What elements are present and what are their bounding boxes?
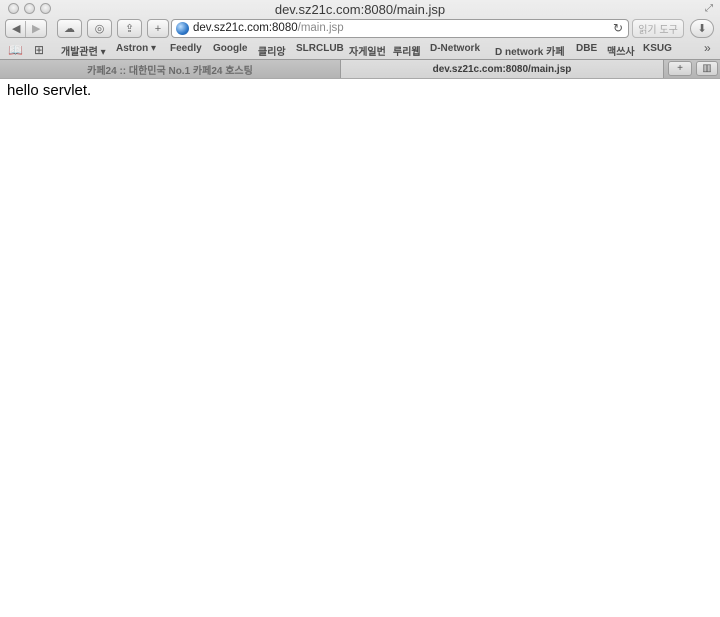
icloud-tabs-button[interactable]: ☁	[57, 19, 82, 38]
show-all-tabs-button[interactable]: ▥	[696, 61, 718, 76]
bookmark-item[interactable]: DBE	[576, 43, 597, 54]
reader-button[interactable]: 읽기 도구	[632, 19, 684, 38]
tab-bar: 카페24 :: 대한민국 No.1 카페24 호스팅 dev.sz21c.com…	[0, 59, 720, 78]
plus-icon: +	[154, 22, 162, 35]
bookmark-item[interactable]: D-Network	[430, 43, 480, 54]
fullscreen-icon[interactable]: ⤢	[705, 3, 716, 14]
bookmarks-bar: 📖 ⊞ 개발관련 ▾ Astron ▾ Feedly Google 클리앙 SL…	[0, 41, 720, 58]
window-title: dev.sz21c.com:8080/main.jsp	[274, 2, 446, 17]
download-icon: ⬇	[697, 23, 707, 35]
page-body-text: hello servlet.	[7, 82, 92, 99]
bookmark-item[interactable]: D network 카페	[495, 43, 565, 58]
plus-icon: +	[677, 63, 683, 74]
reload-icon[interactable]: ↻	[613, 21, 623, 35]
title-bar: dev.sz21c.com:8080/main.jsp ⤢	[0, 0, 720, 18]
url-host: dev.sz21c.com:8080	[193, 22, 298, 34]
url-path: /main.jsp	[297, 22, 344, 34]
icloud-icon: ☁	[64, 23, 75, 35]
bookmark-item[interactable]: Astron ▾	[116, 43, 156, 54]
globe-icon	[176, 22, 189, 35]
bookmark-item[interactable]: KSUG	[643, 43, 672, 54]
forward-button[interactable]: ▶	[32, 22, 40, 35]
new-tab-button[interactable]: +	[668, 61, 692, 76]
top-sites-grid-icon[interactable]: ⊞	[34, 43, 44, 57]
bookmark-item[interactable]: 클리앙	[258, 43, 286, 58]
more-bookmarks-icon[interactable]: »	[704, 41, 711, 55]
downloads-button[interactable]: ⬇	[690, 19, 714, 38]
bookmark-item[interactable]: 루리웹	[393, 43, 421, 58]
reading-list-icon[interactable]: 📖	[8, 43, 23, 57]
back-forward-control: ◀ ▶	[5, 19, 47, 38]
address-bar[interactable]: dev.sz21c.com:8080/main.jsp ↻	[171, 19, 629, 38]
history-icon: ◎	[94, 23, 105, 35]
share-icon: ⇪	[124, 23, 135, 35]
bookmark-item[interactable]: Google	[213, 43, 247, 54]
add-bookmark-button[interactable]: +	[147, 19, 169, 38]
top-sites-button[interactable]: ◎	[87, 19, 112, 38]
page-content: hello servlet.	[0, 79, 720, 617]
tab-main-jsp[interactable]: dev.sz21c.com:8080/main.jsp	[340, 60, 664, 78]
bookmark-item[interactable]: 자게일번	[349, 43, 386, 58]
back-button[interactable]: ◀	[12, 22, 20, 35]
share-button[interactable]: ⇪	[117, 19, 142, 38]
bookmark-item[interactable]: SLRCLUB	[296, 43, 344, 54]
tab-overview-icon: ▥	[702, 63, 712, 74]
browser-chrome: dev.sz21c.com:8080/main.jsp ⤢ ◀ ▶ ☁ ◎ ⇪ …	[0, 0, 720, 79]
bookmark-item[interactable]: 개발관련 ▾	[61, 43, 106, 58]
bookmark-item[interactable]: Feedly	[170, 43, 202, 54]
tab-cafe24[interactable]: 카페24 :: 대한민국 No.1 카페24 호스팅	[0, 60, 340, 78]
bookmark-item[interactable]: 맥쓰사	[607, 43, 635, 58]
url-text[interactable]: dev.sz21c.com:8080/main.jsp	[193, 22, 344, 34]
toolbar: ◀ ▶ ☁ ◎ ⇪ + dev.sz21c.com:8080/main.jsp …	[0, 19, 720, 40]
